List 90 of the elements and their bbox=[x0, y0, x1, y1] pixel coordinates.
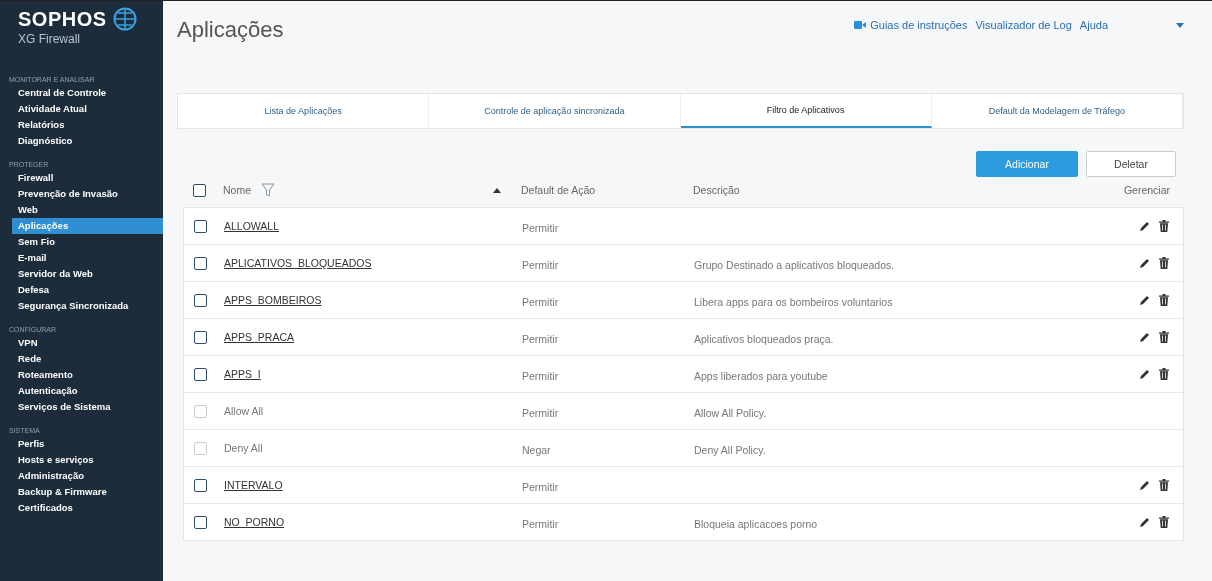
edit-icon[interactable] bbox=[1139, 331, 1151, 343]
table-cell: Bloqueia aplicacoes porno bbox=[694, 517, 818, 530]
trash-icon[interactable] bbox=[1159, 294, 1169, 306]
delete-button[interactable]: Deletar bbox=[1086, 151, 1176, 177]
checkbox[interactable] bbox=[194, 515, 207, 529]
page-title: Aplicações bbox=[177, 17, 284, 43]
column-header[interactable]: Nome bbox=[223, 184, 251, 196]
table-cell: Deny All bbox=[224, 442, 263, 454]
sidebar-item[interactable]: Administração bbox=[0, 468, 163, 484]
edit-icon[interactable] bbox=[1139, 516, 1151, 528]
name-link[interactable]: APPS_BOMBEIROS bbox=[224, 294, 322, 306]
table-cell: Permitir bbox=[522, 258, 559, 271]
sidebar-item[interactable]: Perfis bbox=[0, 436, 163, 452]
sidebar-item[interactable]: Hosts e serviços bbox=[0, 452, 163, 468]
edit-icon[interactable] bbox=[1139, 294, 1151, 306]
header-link[interactable]: Guias de instruções bbox=[870, 19, 968, 31]
checkbox[interactable] bbox=[194, 293, 207, 307]
sort-arrow-icon[interactable] bbox=[493, 187, 501, 193]
table-cell: Permitir bbox=[522, 295, 559, 308]
sidebar-item[interactable]: Rede bbox=[0, 351, 163, 367]
name-link[interactable]: APLICATIVOS_BLOQUEADOS bbox=[224, 257, 372, 269]
table-cell: Permitir bbox=[522, 480, 559, 493]
table-cell: Deny All Policy. bbox=[694, 443, 766, 456]
checkbox[interactable] bbox=[194, 478, 207, 492]
sidebar-item[interactable]: Relatórios bbox=[0, 117, 163, 133]
sidebar-item[interactable]: VPN bbox=[0, 335, 163, 351]
caret-icon[interactable] bbox=[1176, 22, 1184, 28]
table-cell: Libera apps para os bombeiros voluntarios bbox=[694, 295, 893, 308]
checkbox[interactable] bbox=[194, 219, 207, 233]
name-link[interactable]: APPS_PRACA bbox=[224, 331, 295, 343]
edit-icon[interactable] bbox=[1139, 479, 1151, 491]
sidebar-item[interactable]: Sem Fio bbox=[0, 234, 163, 250]
tab[interactable]: Filtro de Aplicativos bbox=[680, 94, 932, 128]
checkbox[interactable] bbox=[194, 367, 207, 381]
sidebar-item[interactable]: Prevenção de Invasão bbox=[0, 186, 163, 202]
table-cell: Permitir bbox=[522, 332, 559, 345]
sidebar-item[interactable]: Segurança Sincronizada bbox=[0, 298, 163, 314]
tab[interactable]: Controle de aplicação sincronizada bbox=[429, 94, 681, 128]
sidebar-item[interactable]: Firewall bbox=[0, 170, 163, 186]
header-link[interactable]: Visualizador de Log bbox=[975, 19, 1072, 31]
sidebar-item[interactable]: Autenticação bbox=[0, 383, 163, 399]
sidebar-item[interactable]: Serviços de Sistema bbox=[0, 399, 163, 415]
tab[interactable]: Default da Modelagem de Tráfego bbox=[931, 94, 1183, 128]
product-name: XG Firewall bbox=[18, 32, 81, 46]
table-cell: Negar bbox=[522, 443, 551, 456]
table-cell: Permitir bbox=[522, 517, 559, 530]
sidebar-item[interactable]: Roteamento bbox=[0, 367, 163, 383]
table-cell: Aplicativos bloqueados praça. bbox=[694, 332, 834, 345]
trash-icon[interactable] bbox=[1159, 479, 1169, 491]
checkbox[interactable] bbox=[193, 183, 206, 197]
table-cell: Permitir bbox=[522, 221, 559, 234]
table-cell: Allow All bbox=[224, 405, 264, 417]
sidebar-item[interactable]: Servidor da Web bbox=[0, 266, 163, 282]
sidebar-item[interactable]: E-mail bbox=[0, 250, 163, 266]
trash-icon[interactable] bbox=[1159, 516, 1169, 528]
name-link[interactable]: INTERVALO bbox=[224, 479, 283, 491]
sidebar-item[interactable]: Atividade Atual bbox=[0, 101, 163, 117]
checkbox[interactable] bbox=[194, 256, 207, 270]
sidebar-item[interactable]: Certificados bbox=[0, 500, 163, 516]
sidebar-item[interactable]: Defesa bbox=[0, 282, 163, 298]
edit-icon[interactable] bbox=[1139, 257, 1151, 269]
sidebar-item[interactable]: Web bbox=[0, 202, 163, 218]
globe-icon bbox=[112, 7, 137, 31]
video-camera-icon bbox=[854, 21, 867, 29]
sidebar-item[interactable]: Aplicações bbox=[12, 218, 163, 234]
sidebar-item[interactable]: Diagnóstico bbox=[0, 133, 163, 149]
header-link[interactable]: Ajuda bbox=[1079, 19, 1108, 31]
sidebar-item[interactable]: Central de Controle bbox=[0, 85, 163, 101]
table-cell: Permitir bbox=[522, 406, 559, 419]
trash-icon[interactable] bbox=[1159, 331, 1169, 343]
table-cell: Apps liberados para youtube bbox=[694, 369, 828, 382]
trash-icon[interactable] bbox=[1159, 220, 1169, 232]
table-cell: Permitir bbox=[522, 369, 559, 382]
trash-icon[interactable] bbox=[1159, 257, 1169, 269]
edit-icon[interactable] bbox=[1139, 368, 1151, 380]
sidebar-item[interactable]: Backup & Firmware bbox=[0, 484, 163, 500]
name-link[interactable]: ALLOWALL bbox=[224, 220, 280, 232]
trash-icon[interactable] bbox=[1159, 368, 1169, 380]
column-header[interactable]: Descrição bbox=[693, 184, 1094, 196]
filter-icon[interactable] bbox=[261, 183, 275, 197]
logo-text: SOPHOS bbox=[18, 7, 107, 31]
table-cell: Grupo Destinado a aplicativos bloqueados. bbox=[694, 258, 895, 271]
checkbox[interactable] bbox=[194, 330, 207, 344]
column-header[interactable]: Default de Ação bbox=[521, 184, 693, 196]
tab[interactable]: Lista de Aplicações bbox=[178, 94, 430, 128]
table-cell: Allow All Policy. bbox=[694, 406, 767, 419]
name-link[interactable]: APPS_I bbox=[224, 368, 261, 380]
column-header[interactable]: Gerenciar bbox=[1094, 184, 1184, 196]
edit-icon[interactable] bbox=[1139, 220, 1151, 232]
name-link[interactable]: NO_PORNO bbox=[224, 516, 285, 528]
